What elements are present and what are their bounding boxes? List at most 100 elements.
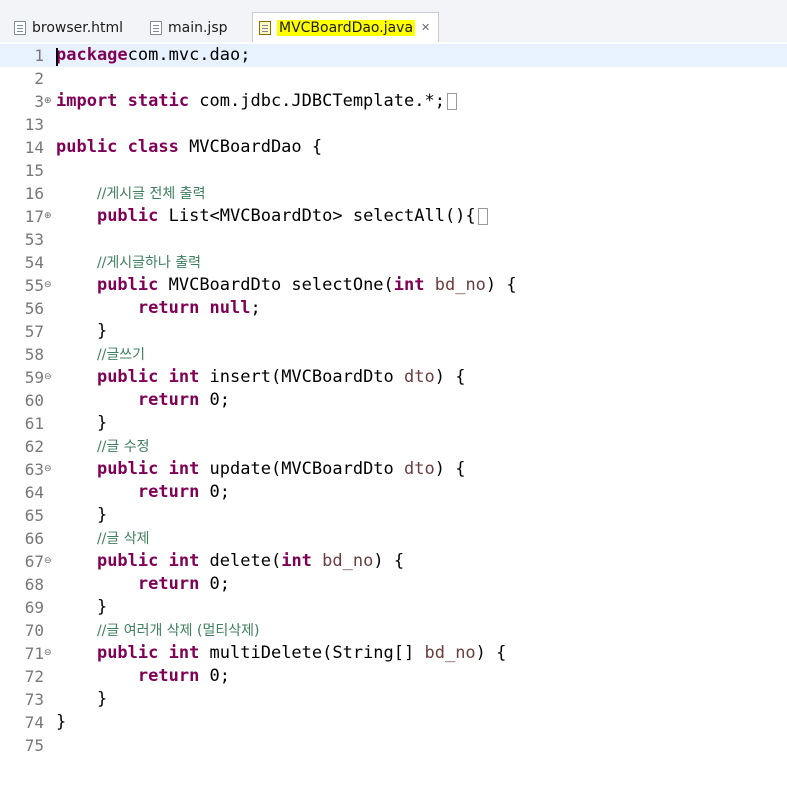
code-line[interactable]: 65 } [0, 504, 787, 527]
code-line[interactable]: 13 [0, 113, 787, 136]
code-text: return null; [137, 298, 261, 318]
collapse-fold-icon[interactable]: ⊖ [44, 366, 52, 389]
code-line[interactable]: 17 ⊕ public List<MVCBoardDto> selectAll()… [0, 205, 787, 228]
line-number: 17 [24, 207, 44, 226]
code-line[interactable]: 60 return 0; [0, 389, 787, 412]
code-text: public int update(MVCBoardDto dto) { [96, 459, 466, 479]
code-text: } [56, 712, 67, 732]
line-number: 58 [24, 345, 44, 364]
line-number: 53 [24, 230, 44, 249]
tab-main-jsp[interactable]: main.jsp [150, 14, 228, 42]
code-line[interactable]: 56 return null; [0, 297, 787, 320]
line-number: 65 [24, 506, 44, 525]
expand-fold-icon[interactable]: ⊕ [44, 90, 52, 113]
code-line[interactable]: 3 ⊕ import static com.jdbc.JDBCTemplate.*; [0, 90, 787, 113]
line-number: 68 [24, 575, 44, 594]
line-number: 70 [24, 621, 44, 640]
tab-label: main.jsp [168, 20, 228, 36]
code-text: public int delete(int bd_no) { [96, 551, 405, 571]
code-line[interactable]: 63 ⊖ public int update(MVCBoardDto dto) { [0, 458, 787, 481]
code-text: return 0; [137, 666, 231, 686]
code-line[interactable]: 64 return 0; [0, 481, 787, 504]
code-line[interactable]: 16 //게시글 전체 출력 [0, 182, 787, 205]
code-text: public class MVCBoardDao { [56, 137, 323, 157]
code-line[interactable]: 68 return 0; [0, 573, 787, 596]
code-text: public MVCBoardDto selectOne(int bd_no) … [96, 275, 517, 295]
code-text: //게시글 전체 출력 [96, 186, 206, 202]
line-number: 74 [24, 713, 44, 732]
code-line[interactable]: 59 ⊖ public int insert(MVCBoardDto dto) { [0, 366, 787, 389]
text-cursor [56, 48, 58, 66]
code-line[interactable]: 66 //글 삭제 [0, 527, 787, 550]
line-number: 2 [34, 69, 44, 88]
code-text: public int multiDelete(String[] bd_no) { [96, 643, 507, 663]
editor-tab-bar: browser.html main.jsp MVCBoardDao.java ✕ [0, 0, 787, 43]
code-text: import static com.jdbc.JDBCTemplate.*; [56, 90, 457, 113]
line-number: 13 [24, 115, 44, 134]
code-line[interactable]: 54 //게시글하나 출력 [0, 251, 787, 274]
collapse-fold-icon[interactable]: ⊖ [44, 274, 52, 297]
tab-browser-html[interactable]: browser.html [14, 14, 123, 42]
code-text: return 0; [137, 390, 231, 410]
line-number: 56 [24, 299, 44, 318]
code-text: //글 수정 [96, 439, 150, 455]
code-line[interactable]: 69 } [0, 596, 787, 619]
line-number: 72 [24, 667, 44, 686]
code-line[interactable]: 74} [0, 711, 787, 734]
line-number: 54 [24, 253, 44, 272]
code-line[interactable]: 58 //글쓰기 [0, 343, 787, 366]
code-line[interactable]: 75 [0, 734, 787, 757]
code-text: return 0; [137, 574, 231, 594]
folded-code-icon[interactable] [446, 92, 457, 110]
line-number: 14 [24, 138, 44, 157]
line-number: 60 [24, 391, 44, 410]
code-line[interactable]: 72 return 0; [0, 665, 787, 688]
code-editor[interactable]: 1 packagecom.mvc.dao; 2 3 ⊕ import static com… [0, 42, 787, 800]
code-text: packagecom.mvc.dao; [56, 45, 251, 65]
line-number: 59 [24, 368, 44, 387]
line-number: 67 [24, 552, 44, 571]
tab-mvcboarddao-java[interactable]: MVCBoardDao.java ✕ [252, 12, 440, 42]
code-line[interactable]: 55 ⊖ public MVCBoardDto selectOne(int bd_… [0, 274, 787, 297]
code-line[interactable]: 62 //글 수정 [0, 435, 787, 458]
collapse-fold-icon[interactable]: ⊖ [44, 550, 52, 573]
line-number: 16 [24, 184, 44, 203]
code-line[interactable]: 1 packagecom.mvc.dao; [0, 44, 787, 67]
code-line[interactable]: 70 //글 여러개 삭제 (멀티삭제) [0, 619, 787, 642]
code-line[interactable]: 2 [0, 67, 787, 90]
code-line[interactable]: 53 [0, 228, 787, 251]
html-file-icon [14, 21, 26, 35]
code-line[interactable]: 61 } [0, 412, 787, 435]
code-text: //글 여러개 삭제 (멀티삭제) [96, 623, 260, 639]
line-number: 66 [24, 529, 44, 548]
collapse-fold-icon[interactable]: ⊖ [44, 458, 52, 481]
line-number: 55 [24, 276, 44, 295]
line-number: 61 [24, 414, 44, 433]
line-number: 1 [34, 46, 44, 65]
code-text: } [56, 321, 108, 341]
code-text: //글 삭제 [96, 531, 150, 547]
line-number: 69 [24, 598, 44, 617]
code-line[interactable]: 14 public class MVCBoardDao { [0, 136, 787, 159]
expand-fold-icon[interactable]: ⊕ [44, 205, 52, 228]
line-number: 73 [24, 690, 44, 709]
code-line[interactable]: 73 } [0, 688, 787, 711]
code-text: //글쓰기 [96, 347, 146, 363]
code-line[interactable]: 67 ⊖ public int delete(int bd_no) { [0, 550, 787, 573]
code-text: return 0; [137, 482, 231, 502]
code-text: } [56, 689, 108, 709]
line-number: 75 [24, 736, 44, 755]
code-line[interactable]: 57 } [0, 320, 787, 343]
code-line[interactable]: 71 ⊖ public int multiDelete(String[] bd_n… [0, 642, 787, 665]
collapse-fold-icon[interactable]: ⊖ [44, 642, 52, 665]
code-text: public int insert(MVCBoardDto dto) { [96, 367, 466, 387]
code-text: } [56, 505, 108, 525]
jsp-file-icon [150, 21, 162, 35]
line-number: 62 [24, 437, 44, 456]
folded-code-icon[interactable] [477, 207, 488, 225]
close-icon[interactable]: ✕ [421, 21, 430, 34]
code-text: public List<MVCBoardDto> selectAll(){ [56, 205, 488, 228]
tab-label: browser.html [32, 20, 124, 36]
java-file-icon [259, 20, 271, 35]
code-line[interactable]: 15 [0, 159, 787, 182]
